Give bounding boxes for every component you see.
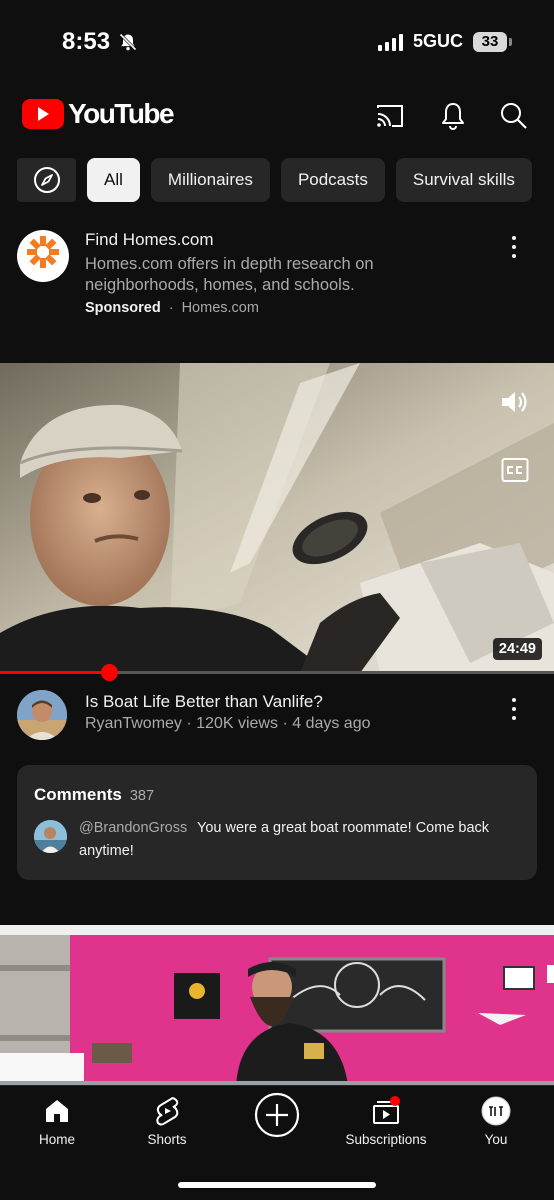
nav-shorts-label: Shorts (147, 1132, 187, 1147)
sponsored-ad[interactable]: Find Homes.com Homes.com offers in depth… (0, 228, 554, 328)
comments-header: Comments 387 (34, 785, 154, 805)
comments-title: Comments (34, 785, 122, 804)
nav-subscriptions[interactable]: Subscriptions (336, 1096, 436, 1147)
logo-text: YouTube (68, 98, 175, 129)
filter-chips: All Millionaires Podcasts Survival skill… (17, 158, 532, 202)
ad-separator: · (168, 300, 174, 316)
shorts-icon (156, 1097, 179, 1126)
chip-all[interactable]: All (87, 158, 140, 202)
chip-podcasts[interactable]: Podcasts (280, 158, 385, 202)
ad-description: Homes.com offers in depth research on ne… (85, 255, 374, 294)
comment-author: @BrandonGross (79, 820, 188, 836)
advertiser-logo (17, 230, 69, 282)
search-icon[interactable] (498, 100, 530, 132)
play-logo-icon (22, 99, 64, 129)
profile-icon (481, 1096, 511, 1126)
subscriptions-icon (373, 1096, 400, 1124)
battery-icon: 33 (473, 31, 512, 52)
video-more-options-icon[interactable] (504, 696, 524, 722)
status-time-text: 8:53 (62, 28, 111, 55)
cast-icon[interactable] (374, 100, 406, 132)
next-video-thumbnail[interactable] (0, 925, 554, 1085)
next-video-frame (0, 925, 554, 1085)
ad-domain: Homes.com (181, 300, 259, 316)
ad-meta: Sponsored · Homes.com (85, 300, 259, 316)
comments-count: 387 (129, 788, 155, 804)
video-title: Is Boat Life Better than Vanlife? (85, 692, 323, 711)
battery-level: 33 (473, 31, 507, 52)
home-icon (46, 1100, 68, 1122)
nav-home[interactable]: Home (7, 1096, 107, 1147)
nav-subscriptions-label: Subscriptions (345, 1132, 427, 1147)
chip-millionaires[interactable]: Millionaires (150, 158, 270, 202)
nav-create[interactable] (227, 1092, 327, 1138)
upload-age: 4 days ago (292, 715, 371, 732)
signal-icon (377, 33, 403, 51)
video-metadata[interactable]: Is Boat Life Better than Vanlife? RyanTw… (0, 690, 554, 750)
closed-captions-icon[interactable] (501, 457, 529, 483)
view-count: 120K views (196, 715, 278, 732)
comments-teaser[interactable]: Comments 387 @BrandonGross You were a gr… (17, 765, 537, 880)
nav-you[interactable]: You (446, 1096, 546, 1147)
ad-more-options-icon[interactable] (504, 234, 524, 260)
silent-bell-icon (119, 33, 137, 51)
ad-title: Find Homes.com (85, 230, 214, 249)
video-progress-track[interactable] (0, 671, 554, 674)
status-bar: 8:53 5GUC 33 (0, 0, 554, 80)
sponsored-label: Sponsored (85, 300, 161, 316)
top-comment: @BrandonGross You were a great boat room… (79, 817, 519, 862)
video-scrubber-handle[interactable] (101, 664, 118, 681)
status-time: 8:53 (62, 28, 138, 56)
youtube-logo[interactable]: YouTube (22, 98, 175, 130)
top-app-bar: YouTube (0, 92, 554, 138)
nav-home-label: Home (38, 1132, 75, 1147)
commenter-avatar (34, 820, 67, 853)
explore-chip[interactable] (17, 158, 76, 202)
video-duration-badge: 24:49 (492, 638, 542, 660)
video-frame (0, 363, 554, 673)
nav-shorts[interactable]: Shorts (117, 1096, 217, 1147)
video-progress-fill (0, 671, 106, 674)
home-indicator[interactable] (178, 1182, 376, 1188)
video-subtitle: RyanTwomey · 120K views · 4 days ago (85, 715, 371, 732)
compass-icon (33, 167, 60, 193)
status-indicators: 5GUC 33 (377, 31, 512, 52)
channel-name[interactable]: RyanTwomey (85, 715, 182, 732)
video-player[interactable] (0, 363, 554, 673)
volume-icon[interactable] (500, 389, 530, 415)
channel-avatar[interactable] (17, 690, 67, 740)
create-icon (254, 1092, 300, 1138)
chip-survival-skills[interactable]: Survival skills (395, 158, 532, 202)
nav-you-label: You (484, 1132, 508, 1147)
network-type: 5GUC (412, 31, 463, 51)
notifications-bell-icon[interactable] (437, 100, 469, 132)
